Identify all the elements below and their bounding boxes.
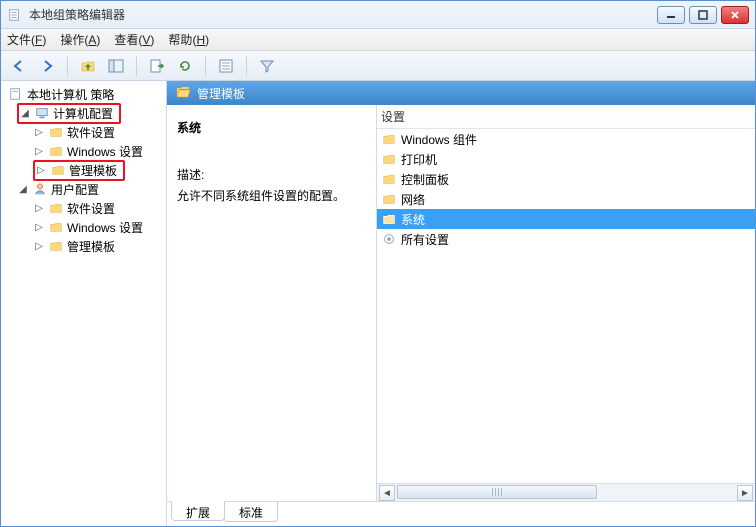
up-button[interactable] [76, 54, 100, 78]
scroll-right-button[interactable]: ► [737, 485, 753, 501]
title-bar: 本地组策略编辑器 [1, 1, 755, 29]
list-item[interactable]: 所有设置 [377, 229, 755, 249]
computer-icon [34, 105, 50, 121]
tree-root-label: 本地计算机 策略 [27, 86, 114, 103]
tree-comp-templates[interactable]: ▷ 管理模板 [3, 161, 164, 179]
tree-label: Windows 设置 [67, 219, 143, 236]
list-item-label: 所有设置 [401, 231, 449, 248]
folder-icon [48, 200, 64, 216]
menu-view[interactable]: 查看(V) [114, 31, 154, 48]
tree-user-windows[interactable]: ▷ Windows 设置 [3, 218, 164, 236]
list-item[interactable]: 控制面板 [377, 169, 755, 189]
tree-label: 软件设置 [67, 200, 115, 217]
folder-icon [48, 124, 64, 140]
app-icon [7, 7, 23, 23]
tree-label: 用户配置 [51, 181, 99, 198]
show-hide-tree-button[interactable] [104, 54, 128, 78]
description-pane: 系统 描述: 允许不同系统组件设置的配置。 [167, 105, 377, 501]
user-icon [32, 181, 48, 197]
tree-root[interactable]: 本地计算机 策略 [3, 85, 164, 103]
tab-standard[interactable]: 标准 [224, 502, 278, 522]
folder-icon [381, 171, 397, 187]
folder-icon [381, 151, 397, 167]
nav-tree: 本地计算机 策略 ◢ 计算机配置 ▷ 软件设置 ▷ Windows 设置 ▷ 管… [1, 81, 167, 526]
tree-label: 软件设置 [67, 124, 115, 141]
desc-label: 描述: [177, 166, 366, 183]
minimize-button[interactable] [657, 6, 685, 24]
tree-user-templates[interactable]: ▷ 管理模板 [3, 237, 164, 255]
settings-list-pane: 设置 Windows 组件 打印机 控制面板 [377, 105, 755, 501]
tree-label: Windows 设置 [67, 143, 143, 160]
folder-icon [381, 131, 397, 147]
settings-icon [381, 231, 397, 247]
toolbar-separator [246, 56, 247, 76]
folder-icon [48, 238, 64, 254]
toolbar [1, 51, 755, 81]
tree-computer-config[interactable]: ◢ 计算机配置 [3, 104, 164, 122]
refresh-button[interactable] [173, 54, 197, 78]
close-button[interactable] [721, 6, 749, 24]
expander-icon[interactable]: ◢ [17, 184, 29, 195]
export-list-button[interactable] [145, 54, 169, 78]
expander-icon[interactable]: ▷ [35, 165, 47, 176]
list-item-label: 控制面板 [401, 171, 449, 188]
tree-user-software[interactable]: ▷ 软件设置 [3, 199, 164, 217]
horizontal-scrollbar[interactable]: ◄ ► [377, 483, 755, 501]
properties-button[interactable] [214, 54, 238, 78]
list-column-header[interactable]: 设置 [377, 105, 755, 129]
folder-icon [48, 143, 64, 159]
tree-label: 计算机配置 [53, 105, 113, 122]
list-item[interactable]: Windows 组件 [377, 129, 755, 149]
content-header-title: 管理模板 [197, 85, 245, 102]
expander-icon[interactable]: ▷ [33, 241, 45, 252]
back-button[interactable] [7, 54, 31, 78]
policy-icon [8, 86, 24, 102]
menu-action[interactable]: 操作(A) [60, 31, 100, 48]
expander-icon[interactable]: ◢ [19, 108, 31, 119]
expander-icon[interactable]: ▷ [33, 222, 45, 233]
maximize-button[interactable] [689, 6, 717, 24]
list-item-label: Windows 组件 [401, 131, 477, 148]
menu-file[interactable]: 文件(F) [7, 31, 46, 48]
tree-user-config[interactable]: ◢ 用户配置 [3, 180, 164, 198]
list-item-selected[interactable]: 系统 [377, 209, 755, 229]
tree-comp-windows[interactable]: ▷ Windows 设置 [3, 142, 164, 160]
list-item-label: 系统 [401, 211, 425, 228]
forward-button[interactable] [35, 54, 59, 78]
main-area: 本地计算机 策略 ◢ 计算机配置 ▷ 软件设置 ▷ Windows 设置 ▷ 管… [1, 81, 755, 526]
scroll-thumb[interactable] [397, 485, 597, 499]
toolbar-separator [67, 56, 68, 76]
folder-icon [381, 211, 397, 227]
expander-icon[interactable]: ▷ [33, 203, 45, 214]
toolbar-separator [205, 56, 206, 76]
content-tabs: 扩展 标准 [167, 502, 755, 526]
tab-extended[interactable]: 扩展 [171, 501, 225, 521]
folder-icon [50, 162, 66, 178]
folder-icon [48, 219, 64, 235]
window-title: 本地组策略编辑器 [29, 6, 657, 23]
list-item-label: 打印机 [401, 151, 437, 168]
menu-help[interactable]: 帮助(H) [168, 31, 209, 48]
desc-body: 允许不同系统组件设置的配置。 [177, 187, 366, 204]
list-item-label: 网络 [401, 191, 425, 208]
content-header: 管理模板 [167, 81, 755, 105]
folder-open-icon [175, 84, 191, 103]
tree-comp-software[interactable]: ▷ 软件设置 [3, 123, 164, 141]
tree-label: 管理模板 [69, 162, 117, 179]
toolbar-separator [136, 56, 137, 76]
menu-bar: 文件(F) 操作(A) 查看(V) 帮助(H) [1, 29, 755, 51]
tree-label: 管理模板 [67, 238, 115, 255]
list-item[interactable]: 网络 [377, 189, 755, 209]
desc-title: 系统 [177, 119, 366, 136]
expander-icon[interactable]: ▷ [33, 146, 45, 157]
expander-icon[interactable]: ▷ [33, 127, 45, 138]
list-item[interactable]: 打印机 [377, 149, 755, 169]
scroll-left-button[interactable]: ◄ [379, 485, 395, 501]
content-pane: 管理模板 系统 描述: 允许不同系统组件设置的配置。 设置 Windows 组件 [167, 81, 755, 526]
filter-button[interactable] [255, 54, 279, 78]
folder-icon [381, 191, 397, 207]
